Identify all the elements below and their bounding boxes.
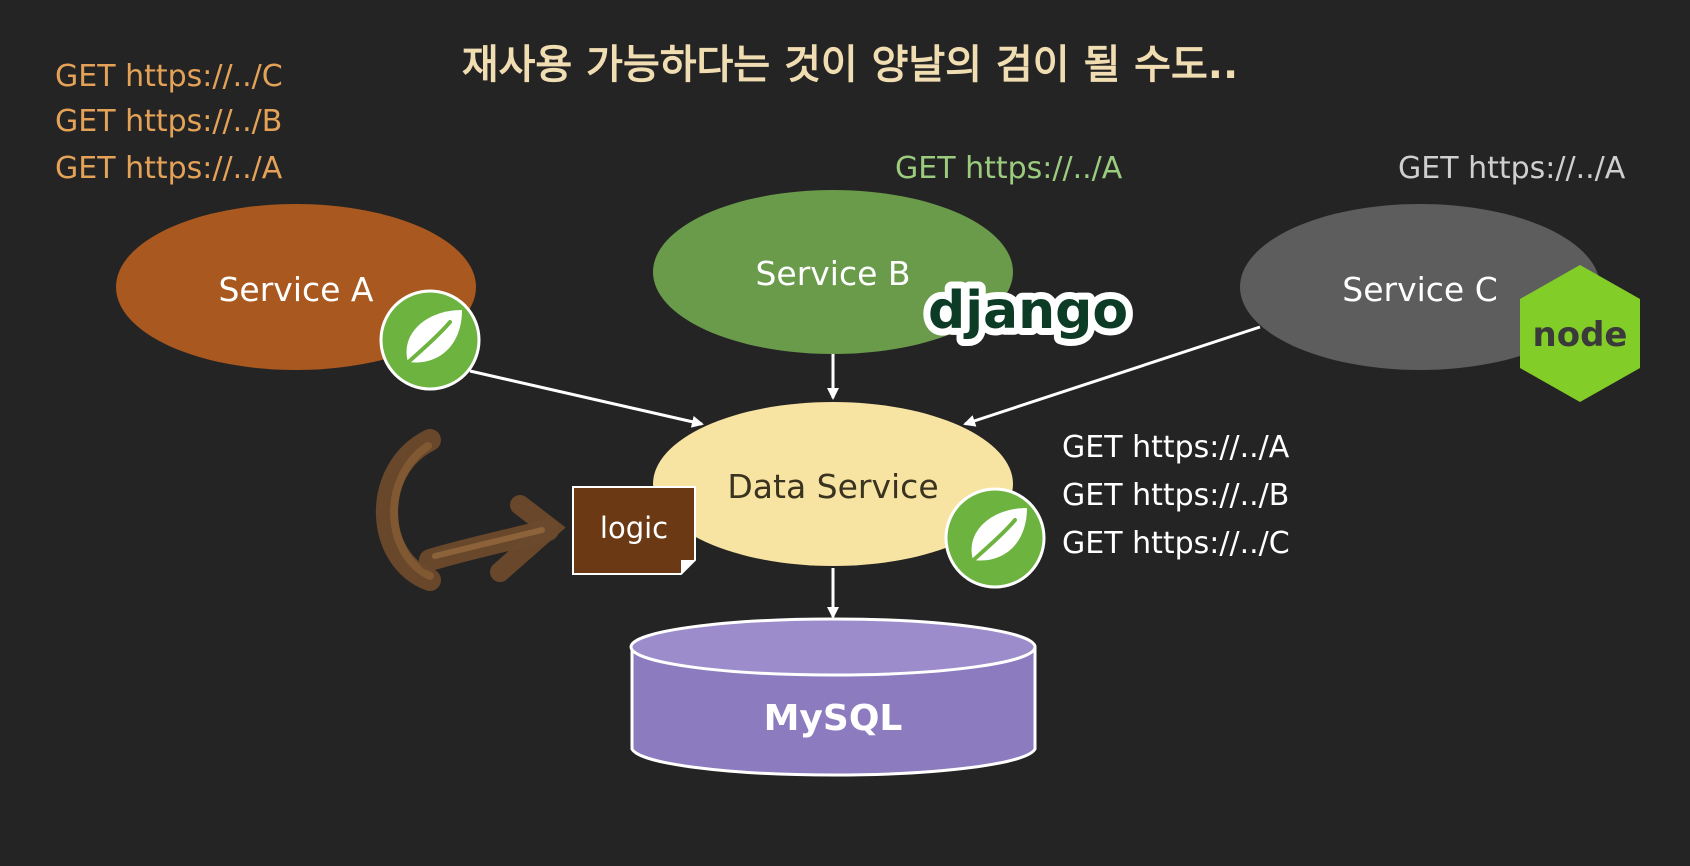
spring-leaf-icon [944, 487, 1046, 589]
data-service-endpoints: GET https://../A GET https://../B GET ht… [1062, 430, 1290, 561]
service-a-request: GET https://../C [55, 59, 283, 94]
service-a-requests: GET https://../C GET https://../B GET ht… [55, 59, 283, 186]
architecture-diagram: 재사용 가능하다는 것이 양날의 검이 될 수도.. GET https://.… [55, 42, 1640, 777]
service-b-label: Service B [755, 254, 910, 293]
django-logo: django [928, 281, 1128, 341]
arrow-service-c-to-data-service [963, 325, 1261, 427]
arrow-service-a-to-data-service [469, 369, 704, 428]
service-c-request: GET https://../A [1398, 151, 1626, 186]
service-c-label: Service C [1342, 270, 1498, 309]
service-a-label: Service A [218, 270, 373, 309]
slide-title: 재사용 가능하다는 것이 양날의 검이 될 수도.. [462, 42, 1238, 88]
service-b-request: GET https://../A [895, 151, 1123, 186]
node-logo-text: node [1533, 315, 1628, 355]
data-service-endpoint: GET https://../C [1062, 526, 1290, 561]
mysql-database: MySQL [629, 617, 1037, 777]
mysql-cylinder-top [629, 617, 1037, 677]
service-a-request: GET https://../B [55, 104, 282, 139]
spring-leaf-icon [379, 289, 481, 391]
data-service-label: Data Service [727, 467, 938, 506]
data-service-endpoint: GET https://../B [1062, 478, 1289, 513]
mysql-label: MySQL [764, 698, 903, 739]
logic-note: logic [572, 486, 696, 575]
service-a-request: GET https://../A [55, 151, 283, 186]
data-service-endpoint: GET https://../A [1062, 430, 1290, 465]
handdrawn-arrow-icon [375, 429, 566, 591]
logic-note-label: logic [600, 511, 668, 545]
